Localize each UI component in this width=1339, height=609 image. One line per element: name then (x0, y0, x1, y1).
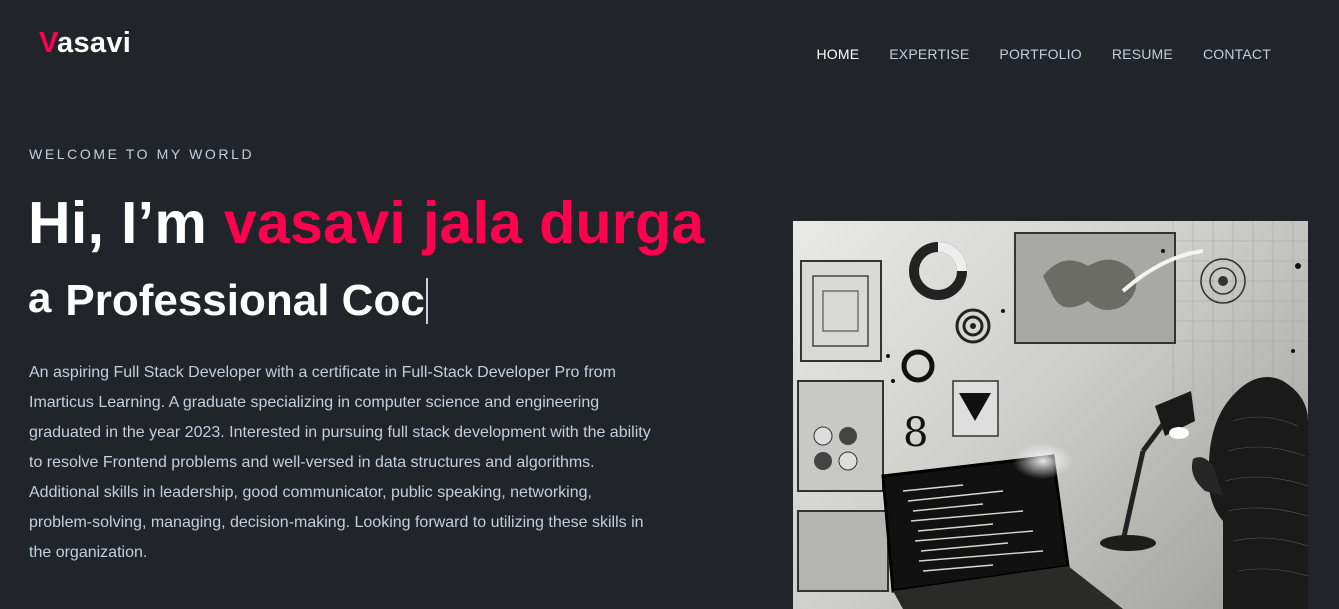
typing-cursor (425, 278, 428, 324)
logo-text: asavi (57, 27, 132, 59)
hero-illustration: 8 (793, 221, 1308, 609)
nav-home[interactable]: HOME (816, 46, 859, 62)
site-logo[interactable]: Vasavi (39, 27, 131, 60)
role-article: a (28, 274, 52, 321)
hero-name: vasavi jala durga (223, 190, 705, 256)
welcome-text: WELCOME TO MY WORLD (29, 146, 255, 162)
portfolio-page: Vasavi HOME EXPERTISE PORTFOLIO RESUME C… (0, 0, 1339, 609)
typed-role: a Professional Coc (28, 274, 428, 326)
nav-portfolio[interactable]: PORTFOLIO (999, 46, 1081, 62)
desk-lamp (1120, 450, 1146, 542)
svg-text:8: 8 (903, 410, 928, 456)
greeting: Hi, I’m (28, 190, 224, 256)
main-nav: HOME EXPERTISE PORTFOLIO RESUME CONTACT (816, 46, 1271, 62)
hero-heading: Hi, I’m vasavi jala durga (28, 189, 704, 257)
illustration-svg: 8 (797, 221, 1308, 609)
bio-paragraph: An aspiring Full Stack Developer with a … (29, 364, 651, 561)
person-silhouette (1208, 377, 1308, 609)
nav-contact[interactable]: CONTACT (1203, 46, 1271, 62)
logo-initial: V (39, 27, 58, 59)
nav-expertise[interactable]: EXPERTISE (889, 46, 969, 62)
nav-resume[interactable]: RESUME (1112, 46, 1173, 62)
role-text: Professional Coc (65, 276, 425, 325)
